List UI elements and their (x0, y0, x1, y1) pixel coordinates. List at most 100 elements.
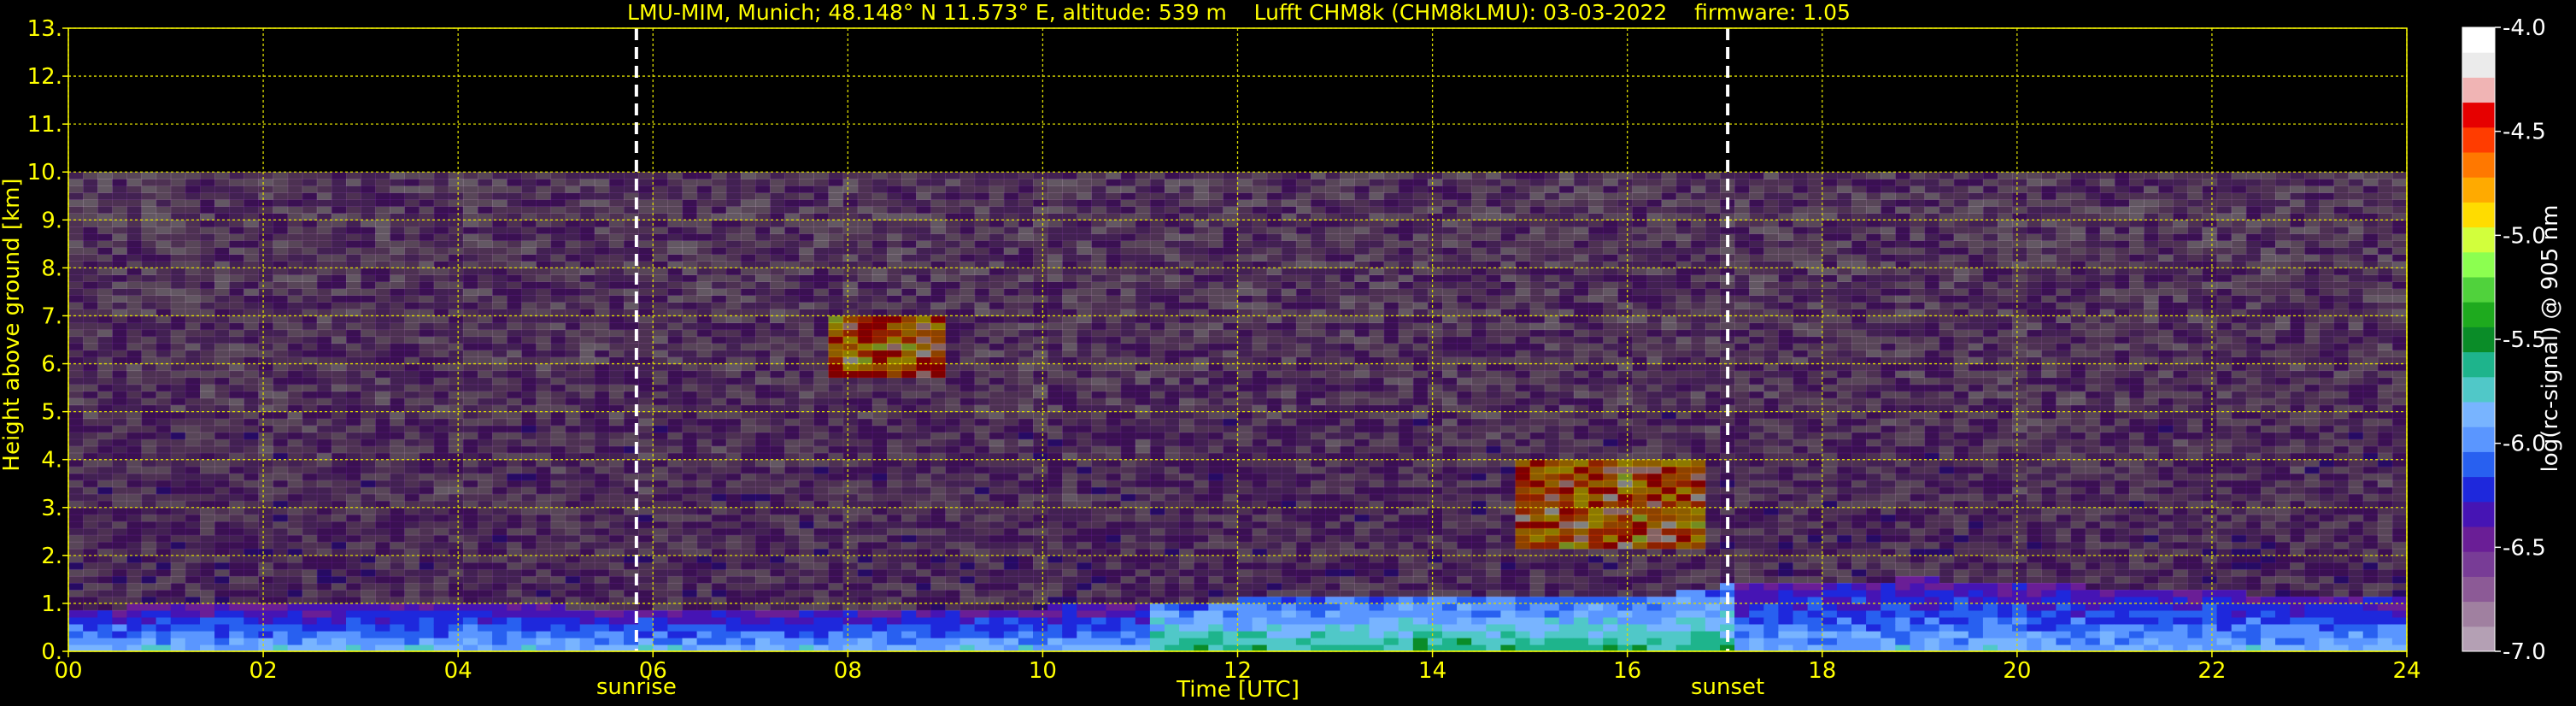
heatmap-cell (1047, 343, 1063, 351)
heatmap-cell (871, 473, 888, 481)
heatmap-cell (185, 514, 201, 522)
heatmap-cell (696, 479, 713, 488)
heatmap-cell (521, 459, 537, 468)
heatmap-cell (478, 240, 493, 248)
heatmap-cell (258, 233, 274, 241)
heatmap-cell (433, 220, 449, 227)
heatmap-cell (1077, 425, 1092, 433)
heatmap-cell (1106, 631, 1122, 638)
heatmap-cell (287, 185, 303, 193)
heatmap-cell (214, 227, 230, 234)
heatmap-cell (141, 199, 157, 207)
heatmap-cell (419, 568, 435, 577)
heatmap-cell (901, 603, 917, 611)
heatmap-cell (1018, 459, 1034, 468)
heatmap-cell (682, 582, 698, 591)
heatmap-cell (1047, 631, 1063, 638)
heatmap-cell (842, 609, 859, 618)
heatmap-cell (887, 493, 902, 502)
heatmap-cell (711, 254, 727, 262)
heatmap-cell (916, 562, 931, 570)
heatmap-cell (682, 527, 698, 536)
heatmap-cell (478, 397, 493, 406)
heatmap-cell (945, 459, 961, 468)
heatmap-cell (755, 192, 771, 200)
heatmap-cell (244, 356, 259, 365)
heatmap-cell (974, 555, 990, 563)
heatmap-cell (1047, 384, 1063, 392)
heatmap-cell (1018, 432, 1034, 440)
heatmap-cell (916, 336, 931, 344)
heatmap-cell (1003, 568, 1019, 577)
heatmap-cell (1033, 370, 1048, 379)
heatmap-cell (170, 582, 186, 591)
heatmap-cell (755, 514, 771, 522)
heatmap-cell (492, 486, 508, 495)
heatmap-cell (1091, 329, 1107, 338)
heatmap-cell (316, 568, 332, 577)
heatmap-cell (68, 555, 84, 563)
heatmap-cell (696, 322, 713, 331)
heatmap-cell (667, 582, 684, 591)
heatmap-cell (478, 568, 493, 577)
heatmap-cell (68, 295, 84, 303)
heatmap-cell (1033, 432, 1048, 440)
heatmap-cell (83, 638, 98, 645)
heatmap-cell (916, 452, 931, 461)
heatmap-cell (316, 418, 332, 427)
heatmap-cell (346, 302, 361, 309)
heatmap-cell (974, 384, 990, 392)
heatmap-cell (930, 459, 946, 468)
heatmap-cell (1062, 596, 1077, 604)
heatmap-cell (871, 411, 888, 420)
heatmap-cell (97, 233, 113, 241)
heatmap-cell (653, 418, 668, 427)
heatmap-cell (842, 521, 859, 529)
heatmap-cell (68, 638, 84, 645)
heatmap-cell (725, 473, 742, 481)
heatmap-cell (930, 548, 946, 556)
heatmap-cell (433, 309, 449, 317)
heatmap-cell (361, 370, 376, 379)
heatmap-cell (302, 514, 318, 522)
heatmap-cell (375, 240, 390, 248)
heatmap-cell (871, 281, 888, 289)
heatmap-cell (214, 609, 230, 618)
heatmap-cell (141, 185, 157, 193)
heatmap-cell (959, 638, 976, 645)
heatmap-cell (68, 404, 84, 413)
heatmap-cell (770, 377, 785, 385)
heatmap-cell (725, 466, 742, 474)
heatmap-cell (682, 603, 698, 611)
heatmap-cell (667, 329, 684, 338)
heatmap-cell (638, 562, 654, 570)
heatmap-cell (141, 377, 157, 385)
heatmap-cell (696, 596, 713, 604)
heatmap-cell (1077, 356, 1092, 365)
heatmap-cell (579, 397, 596, 406)
heatmap-cell (112, 370, 127, 379)
heatmap-cell (346, 589, 361, 597)
heatmap-cell (1091, 261, 1107, 268)
heatmap-cell (755, 541, 771, 550)
heatmap-cell (638, 527, 654, 536)
heatmap-cell (682, 432, 698, 440)
heatmap-cell (170, 240, 186, 248)
heatmap-cell (725, 377, 742, 385)
heatmap-cell (1047, 397, 1063, 406)
heatmap-cell (608, 452, 625, 461)
heatmap-cell (316, 493, 332, 502)
heatmap-cell (974, 616, 990, 625)
heatmap-cell (419, 404, 435, 413)
heatmap-cell (1003, 548, 1019, 556)
heatmap-cell (974, 521, 990, 529)
heatmap-cell (112, 534, 127, 543)
heatmap-cell (638, 322, 654, 331)
heatmap-cell (842, 261, 859, 268)
heatmap-cell (361, 377, 376, 385)
heatmap-cell (536, 582, 552, 591)
heatmap-cell (141, 350, 157, 358)
heatmap-cell (682, 384, 698, 392)
heatmap-cell (287, 418, 303, 427)
heatmap-cell (857, 425, 873, 433)
